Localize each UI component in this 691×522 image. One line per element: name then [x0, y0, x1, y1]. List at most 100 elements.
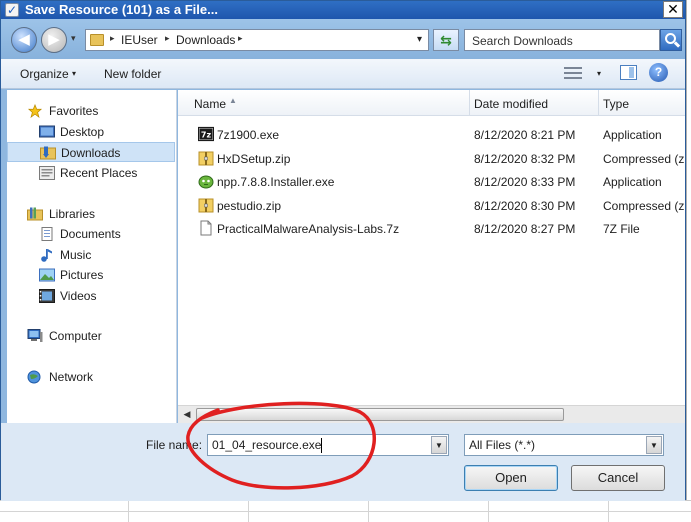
file-name: HxDSetup.zip	[217, 152, 291, 166]
recent-pages-dropdown[interactable]: ▾	[71, 33, 76, 44]
column-header-date-modified[interactable]: Date modified	[470, 90, 599, 116]
column-header-label: Date modified	[474, 97, 549, 111]
file-row-npp-installer[interactable]: npp.7.8.8.Installer.exe 8/12/2020 8:33 P…	[198, 170, 685, 192]
grid-line	[368, 501, 369, 522]
sidebar-label: Videos	[60, 289, 97, 303]
breadcrumb-separator[interactable]: ▸	[238, 33, 243, 44]
folder-icon	[90, 34, 104, 46]
title-bar[interactable]: ✓ Save Resource (101) as a File... ✕	[1, 1, 685, 19]
sidebar-label: Recent Places	[60, 166, 138, 180]
sidebar-item-desktop[interactable]: Desktop	[7, 122, 175, 142]
file-date: 8/12/2020 8:33 PM	[474, 175, 576, 189]
file-row-7z1900[interactable]: 7z 7z1900.exe 8/12/2020 8:21 PM Applicat…	[198, 123, 685, 145]
sidebar-item-pictures[interactable]: Pictures	[7, 265, 175, 285]
text-caret	[321, 438, 322, 453]
sidebar-item-videos[interactable]: Videos	[7, 286, 175, 306]
address-dropdown-icon[interactable]: ▾	[417, 34, 422, 45]
view-dropdown-icon[interactable]: ▾	[597, 69, 601, 78]
forward-button[interactable]: ▶	[41, 27, 67, 53]
back-button[interactable]: ◀	[11, 27, 37, 53]
column-header-type[interactable]: Type	[599, 90, 685, 116]
new-folder-button[interactable]: New folder	[104, 67, 161, 81]
file-icon	[200, 220, 212, 236]
file-type-select[interactable]: All Files (*.*) ▼	[464, 434, 664, 456]
file-type: Application	[603, 175, 662, 189]
computer-icon	[27, 329, 43, 342]
horizontal-scrollbar[interactable]: ◀	[178, 405, 685, 423]
app-check-icon: ✓	[5, 3, 19, 17]
zip-folder-icon	[198, 151, 214, 166]
file-name-dropdown-button[interactable]: ▼	[431, 436, 447, 454]
sidebar-item-documents[interactable]: Documents	[7, 224, 175, 244]
column-header-name[interactable]: Name ▲	[178, 90, 470, 116]
search-input[interactable]: Search Downloads	[464, 29, 660, 51]
desktop-icon	[39, 125, 55, 138]
scrollbar-thumb[interactable]	[196, 408, 564, 421]
cancel-button[interactable]: Cancel	[571, 465, 665, 491]
window-title: Save Resource (101) as a File...	[25, 2, 218, 17]
sidebar-label: Libraries	[49, 207, 96, 221]
file-date: 8/12/2020 8:30 PM	[474, 199, 576, 213]
zip-folder-icon	[198, 198, 214, 213]
file-type-dropdown-button[interactable]: ▼	[646, 436, 662, 454]
close-button[interactable]: ✕	[663, 1, 683, 18]
file-row-pma-labs[interactable]: PracticalMalwareAnalysis-Labs.7z 8/12/20…	[198, 217, 685, 239]
sort-ascending-icon: ▲	[229, 96, 237, 105]
file-name-input[interactable]: 01_04_resource.exe ▼	[207, 434, 449, 456]
background-edge	[686, 0, 691, 500]
file-name-label: File name:	[146, 438, 203, 452]
documents-icon	[41, 227, 53, 241]
navigation-bar: ◀ ▶ ▾ ▸ IEUser ▸ Downloads ▸ ▾ ⇆ Search …	[1, 19, 685, 59]
network-icon	[27, 370, 41, 384]
organize-dropdown-icon[interactable]: ▾	[72, 69, 76, 78]
preview-pane-icon[interactable]	[620, 65, 637, 80]
file-name: 7z1900.exe	[217, 128, 280, 142]
breadcrumb-separator[interactable]: ▸	[165, 33, 170, 44]
open-button[interactable]: Open	[464, 465, 558, 491]
sidebar-item-recent-places[interactable]: Recent Places	[7, 163, 175, 183]
sidebar-item-computer[interactable]: Computer	[7, 326, 175, 346]
file-date: 8/12/2020 8:21 PM	[474, 128, 576, 142]
downloads-folder-icon	[40, 146, 56, 160]
sidebar-label: Computer	[49, 329, 102, 343]
breadcrumb-downloads[interactable]: Downloads	[176, 33, 235, 47]
sidebar-item-downloads[interactable]: Downloads	[7, 142, 175, 162]
search-placeholder: Search Downloads	[472, 34, 573, 48]
sidebar-item-libraries[interactable]: Libraries	[7, 204, 175, 224]
organize-button[interactable]: Organize	[20, 67, 69, 81]
star-icon	[27, 104, 43, 118]
sidebar-label: Downloads	[61, 146, 121, 160]
column-header-label: Name	[194, 97, 227, 111]
scroll-left-icon[interactable]: ◀	[179, 407, 195, 422]
help-icon[interactable]: ?	[649, 63, 668, 82]
search-button[interactable]	[660, 29, 682, 51]
file-name: pestudio.zip	[217, 199, 282, 213]
address-bar[interactable]: ▸ IEUser ▸ Downloads ▸ ▾	[85, 29, 429, 51]
sidebar-item-network[interactable]: Network	[7, 367, 175, 387]
file-row-hxdsetup[interactable]: HxDSetup.zip 8/12/2020 8:32 PM Compresse…	[198, 147, 685, 169]
music-icon	[41, 249, 52, 262]
sidebar-label: Network	[49, 370, 94, 384]
grid-line	[488, 501, 489, 522]
libraries-icon	[27, 207, 43, 221]
file-type: Compressed (zip	[603, 199, 685, 213]
grid-line	[128, 501, 129, 522]
videos-icon	[39, 289, 55, 303]
file-name: npp.7.8.8.Installer.exe	[217, 175, 335, 189]
breadcrumb-ieuser[interactable]: IEUser	[121, 33, 158, 47]
grid-line	[608, 501, 609, 522]
file-name-value: 01_04_resource.exe	[212, 438, 322, 452]
file-type: Application	[603, 128, 662, 142]
sidebar-label: Pictures	[60, 268, 104, 282]
file-type: 7Z File	[603, 222, 640, 236]
grid-line	[248, 501, 249, 522]
breadcrumb-separator[interactable]: ▸	[110, 33, 115, 44]
file-name: PracticalMalwareAnalysis-Labs.7z	[217, 222, 400, 236]
view-details-icon[interactable]	[564, 66, 582, 80]
sidebar-item-favorites[interactable]: Favorites	[7, 101, 175, 121]
file-row-pestudio[interactable]: pestudio.zip 8/12/2020 8:30 PM Compresse…	[198, 194, 685, 216]
refresh-button[interactable]: ⇆	[433, 29, 459, 51]
sidebar-item-music[interactable]: Music	[7, 245, 175, 265]
file-date: 8/12/2020 8:32 PM	[474, 152, 576, 166]
arrow-left-icon: ◀	[18, 31, 30, 48]
